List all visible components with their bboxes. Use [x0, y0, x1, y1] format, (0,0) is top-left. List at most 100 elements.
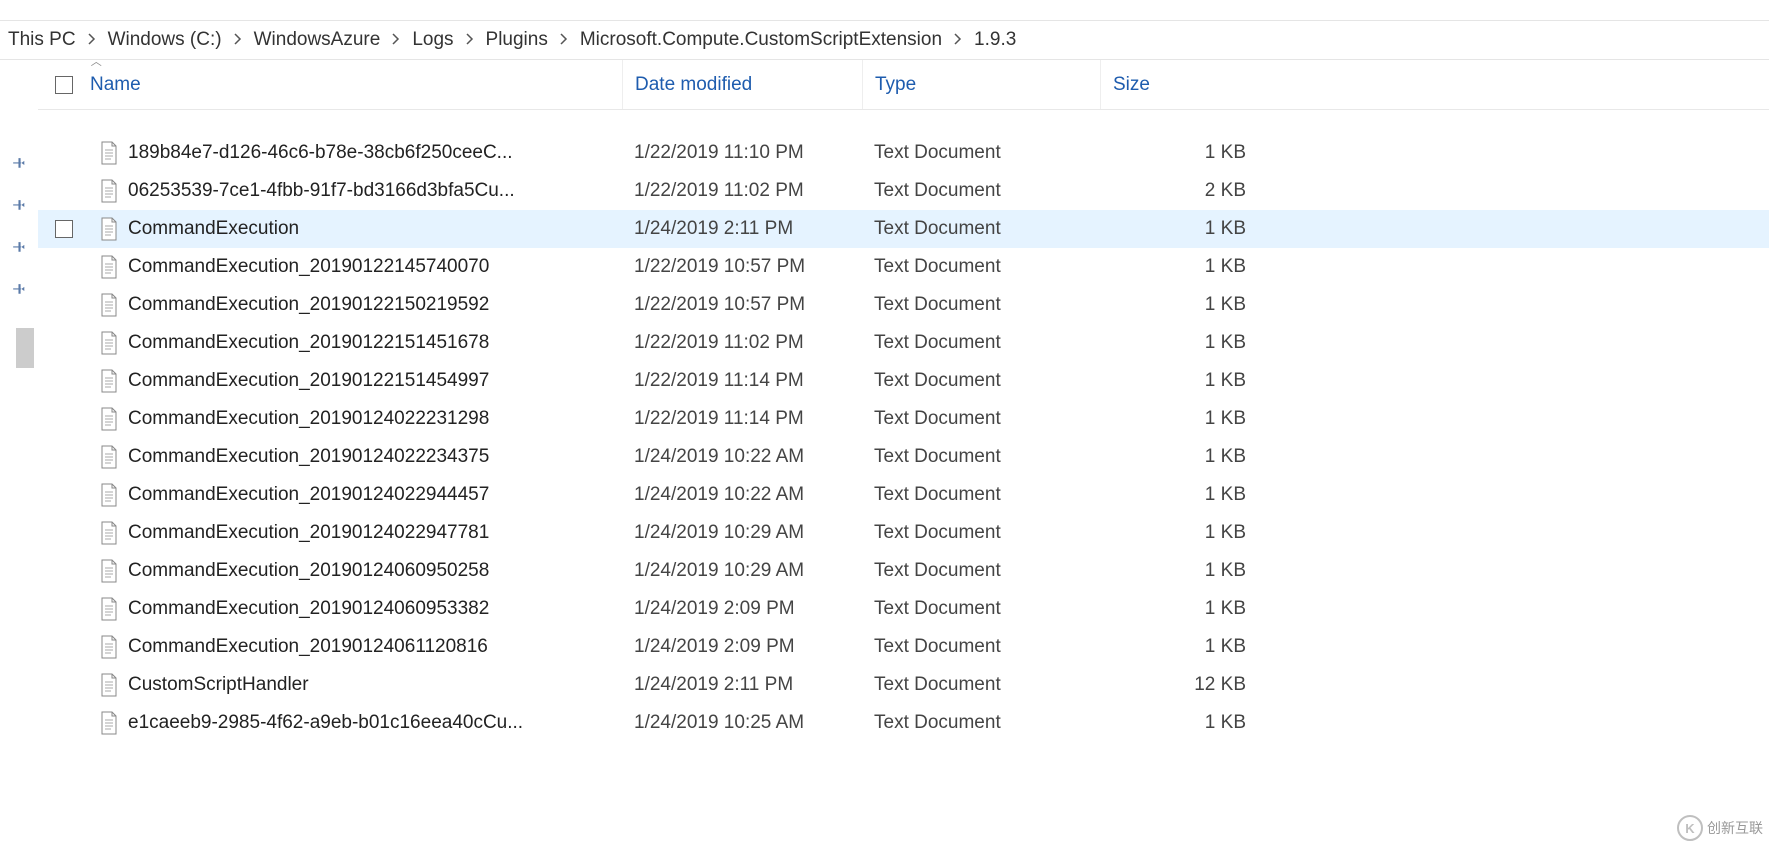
file-row[interactable]: CommandExecution1/24/2019 2:11 PMText Do…: [38, 210, 1769, 248]
file-size: 1 KB: [1100, 598, 1258, 620]
chevron-right-icon[interactable]: [384, 29, 408, 51]
file-date: 1/24/2019 2:09 PM: [622, 598, 862, 620]
file-size: 1 KB: [1100, 142, 1258, 164]
pin-icon[interactable]: [10, 239, 28, 263]
file-type: Text Document: [862, 598, 1100, 620]
breadcrumb-item[interactable]: Logs: [408, 29, 457, 51]
file-row[interactable]: CommandExecution_201901221514516781/22/2…: [38, 324, 1769, 362]
file-row[interactable]: CommandExecution_201901240222312981/22/2…: [38, 400, 1769, 438]
file-type: Text Document: [862, 294, 1100, 316]
pin-icon[interactable]: [10, 197, 28, 221]
file-type: Text Document: [862, 446, 1100, 468]
chevron-right-icon[interactable]: [226, 29, 250, 51]
file-type: Text Document: [862, 142, 1100, 164]
file-type: Text Document: [862, 712, 1100, 734]
file-row[interactable]: CommandExecution_201901221457400701/22/2…: [38, 248, 1769, 286]
file-size: 1 KB: [1100, 712, 1258, 734]
breadcrumb[interactable]: This PC Windows (C:) WindowsAzure Logs Plugi…: [0, 20, 1769, 60]
pin-icon[interactable]: [10, 155, 28, 179]
file-name: CommandExecution_20190122151451678: [128, 332, 622, 354]
sort-indicator-icon: ︿: [91, 53, 102, 69]
file-row[interactable]: CommandExecution_201901240229477811/24/2…: [38, 514, 1769, 552]
file-size: 1 KB: [1100, 484, 1258, 506]
file-row[interactable]: 189b84e7-d126-46c6-b78e-38cb6f250ceeC...…: [38, 134, 1769, 172]
file-date: 1/22/2019 11:14 PM: [622, 408, 862, 430]
file-type: Text Document: [862, 674, 1100, 696]
breadcrumb-item[interactable]: Microsoft.Compute.CustomScriptExtension: [576, 29, 946, 51]
file-name: CustomScriptHandler: [128, 674, 622, 696]
column-type[interactable]: Type: [862, 60, 1100, 109]
file-list: 189b84e7-d126-46c6-b78e-38cb6f250ceeC...…: [38, 110, 1769, 742]
file-date: 1/24/2019 2:09 PM: [622, 636, 862, 658]
select-all-checkbox[interactable]: [38, 76, 90, 94]
file-row[interactable]: CommandExecution_201901240609533821/24/2…: [38, 590, 1769, 628]
file-name: CommandExecution_20190122151454997: [128, 370, 622, 392]
breadcrumb-item[interactable]: Windows (C:): [104, 29, 226, 51]
file-row[interactable]: e1caeeb9-2985-4f62-a9eb-b01c16eea40cCu..…: [38, 704, 1769, 742]
file-size: 1 KB: [1100, 446, 1258, 468]
column-date[interactable]: Date modified: [622, 60, 862, 109]
pin-icon[interactable]: [10, 281, 28, 305]
file-row[interactable]: CommandExecution_201901240609502581/24/2…: [38, 552, 1769, 590]
column-name[interactable]: Name ︿: [90, 74, 622, 96]
file-date: 1/22/2019 10:57 PM: [622, 294, 862, 316]
file-date: 1/24/2019 10:25 AM: [622, 712, 862, 734]
text-document-icon: [90, 179, 128, 203]
breadcrumb-item[interactable]: Plugins: [482, 29, 552, 51]
file-name: CommandExecution: [128, 218, 622, 240]
file-date: 1/22/2019 11:14 PM: [622, 370, 862, 392]
file-row[interactable]: CommandExecution_201901221502195921/22/2…: [38, 286, 1769, 324]
text-document-icon: [90, 559, 128, 583]
file-name: CommandExecution_20190124022944457: [128, 484, 622, 506]
file-date: 1/24/2019 10:29 AM: [622, 560, 862, 582]
file-row[interactable]: CommandExecution_201901240229444571/24/2…: [38, 476, 1769, 514]
file-date: 1/22/2019 10:57 PM: [622, 256, 862, 278]
file-date: 1/22/2019 11:10 PM: [622, 142, 862, 164]
file-type: Text Document: [862, 484, 1100, 506]
text-document-icon: [90, 711, 128, 735]
file-date: 1/22/2019 11:02 PM: [622, 332, 862, 354]
file-type: Text Document: [862, 180, 1100, 202]
text-document-icon: [90, 369, 128, 393]
text-document-icon: [90, 407, 128, 431]
chevron-right-icon[interactable]: [946, 29, 970, 51]
file-name: CommandExecution_20190124061120816: [128, 636, 622, 658]
text-document-icon: [90, 521, 128, 545]
file-row[interactable]: 06253539-7ce1-4fbb-91f7-bd3166d3bfa5Cu..…: [38, 172, 1769, 210]
file-date: 1/24/2019 10:22 AM: [622, 484, 862, 506]
file-type: Text Document: [862, 560, 1100, 582]
file-size: 12 KB: [1100, 674, 1258, 696]
file-size: 1 KB: [1100, 408, 1258, 430]
file-name: CommandExecution_20190122150219592: [128, 294, 622, 316]
row-checkbox[interactable]: [38, 220, 90, 238]
file-name: e1caeeb9-2985-4f62-a9eb-b01c16eea40cCu..…: [128, 712, 622, 734]
file-row[interactable]: CommandExecution_201901240222343751/24/2…: [38, 438, 1769, 476]
file-date: 1/22/2019 11:02 PM: [622, 180, 862, 202]
scrollbar[interactable]: [16, 328, 34, 368]
text-document-icon: [90, 141, 128, 165]
text-document-icon: [90, 217, 128, 241]
column-size[interactable]: Size: [1100, 60, 1258, 109]
file-name: CommandExecution_20190124022231298: [128, 408, 622, 430]
file-row[interactable]: CustomScriptHandler1/24/2019 2:11 PMText…: [38, 666, 1769, 704]
file-name: CommandExecution_20190124022234375: [128, 446, 622, 468]
file-size: 1 KB: [1100, 332, 1258, 354]
breadcrumb-item[interactable]: WindowsAzure: [250, 29, 385, 51]
file-type: Text Document: [862, 636, 1100, 658]
breadcrumb-item[interactable]: 1.9.3: [970, 29, 1020, 51]
chevron-right-icon[interactable]: [80, 29, 104, 51]
file-type: Text Document: [862, 408, 1100, 430]
chevron-right-icon[interactable]: [458, 29, 482, 51]
file-type: Text Document: [862, 522, 1100, 544]
file-size: 1 KB: [1100, 522, 1258, 544]
file-size: 1 KB: [1100, 636, 1258, 658]
chevron-right-icon[interactable]: [552, 29, 576, 51]
column-name-label: Name: [90, 74, 141, 96]
column-headers: Name ︿ Date modified Type Size: [38, 60, 1769, 110]
text-document-icon: [90, 331, 128, 355]
text-document-icon: [90, 635, 128, 659]
file-row[interactable]: CommandExecution_201901240611208161/24/2…: [38, 628, 1769, 666]
breadcrumb-item[interactable]: This PC: [4, 29, 80, 51]
file-name: 189b84e7-d126-46c6-b78e-38cb6f250ceeC...: [128, 142, 622, 164]
file-row[interactable]: CommandExecution_201901221514549971/22/2…: [38, 362, 1769, 400]
